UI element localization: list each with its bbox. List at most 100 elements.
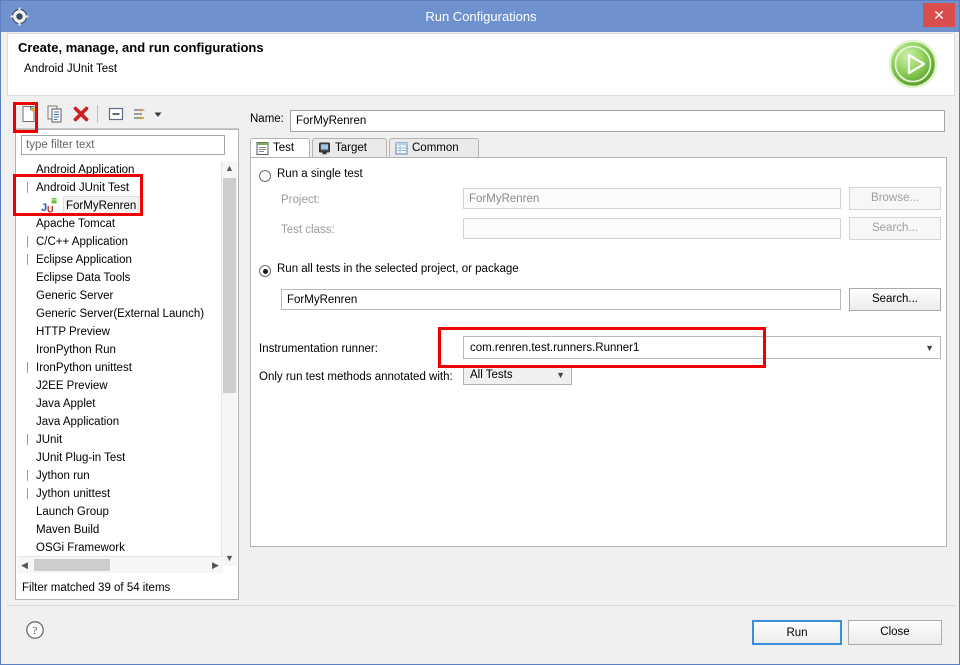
tree-item-label: Jython unittest: [36, 488, 111, 500]
test-tab-panel: Run a single test Project: Browse... Tes…: [250, 157, 947, 547]
red-x-delete-icon[interactable]: [70, 103, 92, 125]
scroll-up-arrow-icon[interactable]: ▲: [222, 161, 237, 176]
tree-item-label: ForMyRenren: [62, 196, 140, 216]
tab-test[interactable]: Test: [250, 138, 310, 158]
title-bar: Run Configurations ✕: [1, 1, 959, 32]
tree-item-label: IronPython unittest: [36, 362, 132, 374]
project-input[interactable]: [463, 188, 841, 209]
tree-item-label: JUnit: [36, 434, 63, 446]
tree-vertical-scroll-thumb[interactable]: [223, 178, 236, 393]
footer-separator: [7, 605, 955, 606]
filter-status-text: Filter matched 39 of 54 items: [22, 582, 171, 594]
svg-text:U: U: [47, 205, 54, 215]
tree-item-label: Generic Server(External Launch): [36, 308, 205, 320]
tree-expand-tick: [27, 182, 28, 193]
configuration-name-row: Name:: [247, 110, 947, 132]
test-class-label: Test class:: [281, 224, 335, 236]
tree-item[interactable]: IronPython unittest: [17, 359, 223, 377]
test-clipboard-icon: [255, 141, 270, 156]
tree-item[interactable]: JUnit Plug-in Test: [17, 449, 223, 467]
annotation-filter-value: All Tests: [470, 369, 513, 381]
project-label: Project:: [281, 194, 320, 206]
tree-item[interactable]: Maven Build: [17, 521, 223, 539]
annotation-filter-combo[interactable]: All Tests ▼: [463, 365, 572, 385]
scroll-right-arrow-icon[interactable]: ▶: [208, 557, 223, 573]
tree-horizontal-scrollbar[interactable]: ◀ ▶: [17, 556, 223, 573]
all-tests-project-input[interactable]: [281, 289, 841, 310]
configuration-editor: Name: Test: [247, 100, 947, 600]
instrumentation-runner-combo[interactable]: com.renren.test.runners.Runner1 ▼: [463, 336, 941, 359]
tree-item-label: Java Applet: [36, 398, 96, 410]
instrumentation-runner-value: com.renren.test.runners.Runner1: [470, 342, 640, 354]
tree-horizontal-scroll-thumb[interactable]: [34, 559, 110, 571]
tree-item-label: JUnit Plug-in Test: [36, 452, 126, 464]
instrumentation-runner-label: Instrumentation runner:: [259, 343, 378, 355]
tree-item-label: OSGi Framework: [36, 542, 125, 554]
tree-vertical-scrollbar[interactable]: ▲ ▼: [221, 161, 237, 566]
tree-item[interactable]: Eclipse Application: [17, 251, 223, 269]
tree-item-label: HTTP Preview: [36, 326, 110, 338]
green-run-play-icon: [886, 37, 940, 91]
filter-input[interactable]: [21, 135, 225, 155]
run-single-test-label: Run a single test: [277, 168, 363, 180]
tree-item-label: Eclipse Application: [36, 254, 132, 266]
test-class-search-button[interactable]: Search...: [849, 217, 941, 240]
configurations-toolbar: [15, 100, 239, 129]
common-document-icon: [394, 141, 409, 156]
project-browse-button[interactable]: Browse...: [849, 187, 941, 210]
svg-text:?: ?: [33, 625, 38, 637]
tab-common[interactable]: Common: [389, 138, 479, 158]
run-button[interactable]: Run: [752, 620, 842, 645]
collapse-all-button[interactable]: [105, 103, 127, 125]
close-window-button[interactable]: ✕: [923, 3, 955, 27]
tree-item[interactable]: OSGi Framework: [17, 539, 223, 557]
chevron-down-icon[interactable]: [151, 103, 165, 125]
filter-arrows-icon[interactable]: [129, 103, 151, 125]
radio-indicator-all: [259, 265, 271, 277]
tree-item-label: Apache Tomcat: [36, 218, 116, 230]
tree-item[interactable]: Java Application: [17, 413, 223, 431]
tab-target-label: Target: [335, 142, 367, 154]
new-configuration-button[interactable]: [18, 103, 40, 125]
scroll-left-arrow-icon[interactable]: ◀: [17, 557, 32, 573]
tree-item[interactable]: JUnit: [17, 431, 223, 449]
tree-item[interactable]: IronPython Run: [17, 341, 223, 359]
tree-item-label: C/C++ Application: [36, 236, 129, 248]
tree-item[interactable]: Apache Tomcat: [17, 215, 223, 233]
device-monitor-icon: [317, 141, 332, 156]
tree-item[interactable]: Android JUnit Test: [17, 179, 223, 197]
tree-item[interactable]: Jython unittest: [17, 485, 223, 503]
duplicate-configuration-button[interactable]: [44, 103, 66, 125]
tree-expand-tick: [27, 434, 28, 445]
tree-expand-tick: [27, 470, 28, 481]
tab-target[interactable]: Target: [312, 138, 387, 158]
tree-item[interactable]: J2EE Preview: [17, 377, 223, 395]
configuration-name-input[interactable]: [290, 110, 945, 132]
help-question-icon[interactable]: ?: [25, 620, 45, 640]
all-tests-search-button[interactable]: Search...: [849, 288, 941, 311]
tree-item[interactable]: Eclipse Data Tools: [17, 269, 223, 287]
run-all-tests-label: Run all tests in the selected project, o…: [277, 263, 519, 275]
close-button[interactable]: Close: [848, 620, 942, 645]
configurations-panel: Android ApplicationAndroid JUnit TestJUF…: [15, 100, 239, 600]
tree-item[interactable]: Generic Server(External Launch): [17, 305, 223, 323]
chevron-down-icon: ▼: [925, 343, 934, 353]
tree-item[interactable]: Jython run: [17, 467, 223, 485]
tree-expand-tick: [27, 254, 28, 265]
scroll-down-arrow-icon[interactable]: ▼: [222, 551, 237, 566]
tree-child-item[interactable]: J U ForMyRenren: [17, 196, 223, 216]
tree-item-label: Generic Server: [36, 290, 114, 302]
annotation-filter-label: Only run test methods annotated with:: [259, 371, 453, 383]
tree-item[interactable]: Generic Server: [17, 287, 223, 305]
configurations-tree[interactable]: Android Application Android JUnit Test J U F…: [17, 161, 223, 566]
tree-item[interactable]: HTTP Preview: [17, 323, 223, 341]
configuration-tabs: Test Target Common: [250, 138, 947, 158]
page-subtitle: Android JUnit Test: [24, 63, 118, 75]
tree-item[interactable]: Launch Group: [17, 503, 223, 521]
tree-item[interactable]: Android Application: [17, 161, 223, 179]
tree-item[interactable]: C/C++ Application: [17, 233, 223, 251]
dialog-body: Android ApplicationAndroid JUnit TestJUF…: [7, 98, 955, 603]
test-class-input[interactable]: [463, 218, 841, 239]
tree-item[interactable]: Java Applet: [17, 395, 223, 413]
tab-common-label: Common: [412, 142, 459, 154]
